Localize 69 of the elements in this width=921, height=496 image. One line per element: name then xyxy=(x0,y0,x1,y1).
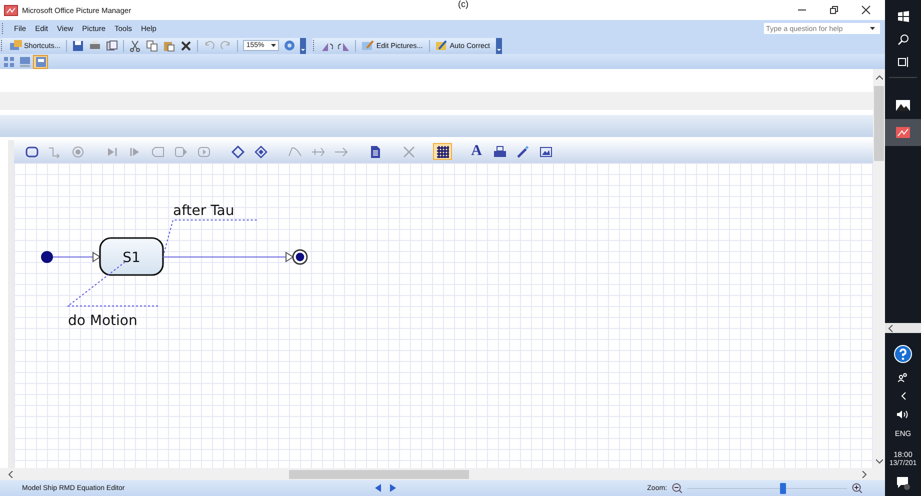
close-icon[interactable] xyxy=(861,5,871,15)
previous-icon[interactable] xyxy=(375,484,382,492)
curve-icon xyxy=(288,144,302,158)
overflow-icon[interactable] xyxy=(300,38,306,54)
arrow-icon xyxy=(334,144,348,158)
chevron-left-icon[interactable] xyxy=(900,392,906,400)
picture-manager-icon xyxy=(896,127,910,138)
pages-icon[interactable] xyxy=(106,40,118,52)
grid-icon xyxy=(436,144,450,158)
state-node xyxy=(99,237,164,276)
search-icon[interactable] xyxy=(898,34,908,45)
windows-icon[interactable] xyxy=(898,11,908,22)
double-diamond-icon xyxy=(254,144,268,158)
scroll-left-icon xyxy=(888,324,893,332)
scrollbar-thumb[interactable] xyxy=(874,86,884,161)
rounded-rectangle-icon xyxy=(24,144,38,158)
scroll-left-icon xyxy=(8,470,13,478)
horizontal-scrollbar[interactable] xyxy=(0,468,885,480)
zoom-out-icon[interactable] xyxy=(672,483,682,493)
dropdown-icon xyxy=(271,44,276,48)
photos-icon xyxy=(896,100,910,111)
rectangle-arrow-icon xyxy=(174,144,188,158)
caption: (c) xyxy=(458,0,468,9)
app-icon xyxy=(4,4,18,16)
vertical-scrollbar[interactable] xyxy=(873,69,885,468)
initial-state-dot xyxy=(41,251,53,263)
filmstrip-view-button[interactable] xyxy=(17,54,32,68)
scroll-up-icon xyxy=(876,75,882,80)
printer-icon xyxy=(492,144,506,158)
single-view-button[interactable] xyxy=(33,54,48,68)
taskbar-scrollbar[interactable] xyxy=(885,323,921,333)
state-label: S1 xyxy=(122,250,140,266)
elbow-connector-icon xyxy=(48,144,62,158)
circle-dot-icon xyxy=(70,144,84,158)
copy-icon[interactable] xyxy=(146,40,158,52)
slider-thumb[interactable] xyxy=(780,482,786,494)
transition-label: after Tau xyxy=(173,203,234,219)
clipboard-icon[interactable] xyxy=(163,40,176,52)
single-view-icon xyxy=(34,56,46,68)
folders-icon xyxy=(10,40,22,51)
scrollbar-thumb[interactable] xyxy=(289,470,469,478)
thumbnail-view-button[interactable] xyxy=(1,54,16,68)
overflow-icon[interactable] xyxy=(496,38,502,54)
people-icon[interactable] xyxy=(898,373,908,382)
scroll-down-icon xyxy=(876,459,882,464)
scissors-icon[interactable] xyxy=(129,40,142,52)
printer-icon[interactable] xyxy=(89,40,102,52)
diamond-icon xyxy=(230,144,244,158)
zoom-in-icon[interactable] xyxy=(852,483,862,493)
thumbnail-view-icon xyxy=(2,56,14,68)
pencil-picture-icon xyxy=(362,40,374,51)
scroll-right-icon xyxy=(862,470,867,478)
filmstrip-view-icon xyxy=(18,56,30,68)
activity-label: do Motion xyxy=(68,313,138,329)
restore-icon[interactable] xyxy=(829,5,839,15)
next-icon[interactable] xyxy=(390,484,396,492)
picture-icon xyxy=(538,144,552,158)
help-icon[interactable] xyxy=(894,345,912,363)
cross-icon xyxy=(402,144,416,158)
grid-tool[interactable] xyxy=(433,143,452,160)
wand-icon xyxy=(516,144,530,158)
wand-picture-icon xyxy=(436,40,448,51)
notification-icon[interactable] xyxy=(896,477,910,490)
transition-arrow xyxy=(52,252,101,262)
dropdown-icon xyxy=(870,26,875,30)
task-view-icon[interactable] xyxy=(898,57,908,67)
cross-icon[interactable] xyxy=(180,40,192,52)
speaker-icon[interactable] xyxy=(897,410,909,419)
font-button[interactable]: A xyxy=(467,143,486,160)
